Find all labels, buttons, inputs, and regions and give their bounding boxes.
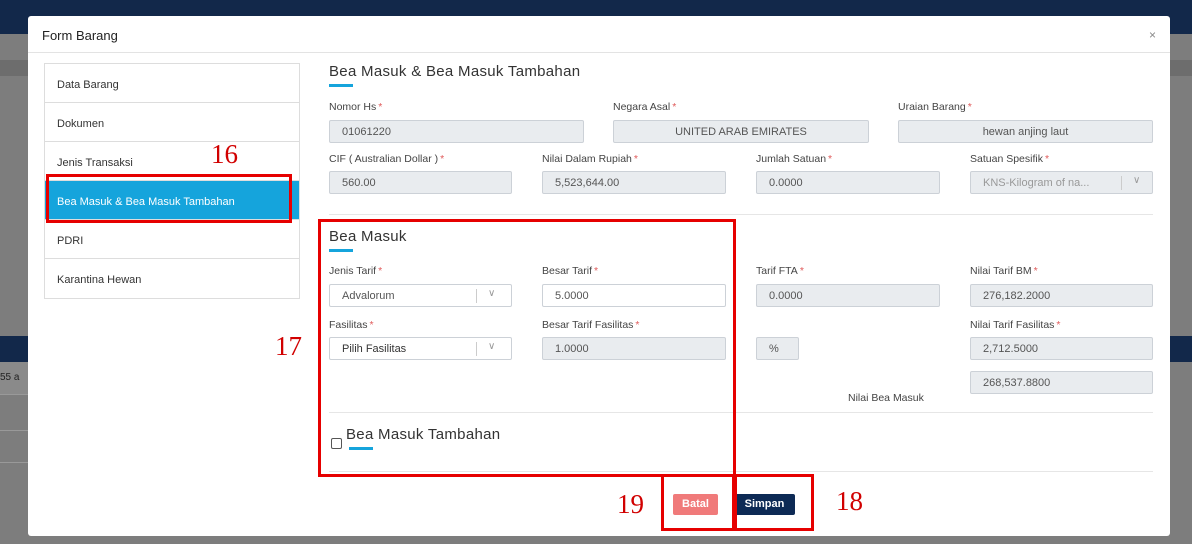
cif-field[interactable]: 560.00 [329, 171, 512, 194]
nilai-rupiah-field[interactable]: 5,523,644.00 [542, 171, 726, 194]
close-icon[interactable]: × [1149, 28, 1156, 42]
jumlah-satuan-label: Jumlah Satuan * [756, 153, 833, 165]
background-cell-text: 55 a [0, 362, 30, 394]
background-divider [0, 462, 30, 463]
nilai-bea-masuk-field[interactable]: 268,537.8800 [970, 371, 1153, 394]
satuan-spesifik-label: Satuan Spesifik * [970, 153, 1050, 165]
tarif-fta-label: Tarif FTA * [756, 265, 804, 277]
sidebar-item-pdri[interactable]: PDRI [45, 220, 299, 259]
annotation-box-18 [732, 474, 814, 531]
nilai-tarif-bm-field[interactable]: 276,182.2000 [970, 284, 1153, 307]
uraian-barang-field[interactable]: hewan anjing laut [898, 120, 1153, 143]
annotation-box-16 [46, 174, 292, 223]
sidebar-item-karantina-hewan[interactable]: Karantina Hewan [45, 259, 299, 298]
jumlah-satuan-field[interactable]: 0.0000 [756, 171, 940, 194]
nomor-hs-field[interactable]: 01061220 [329, 120, 584, 143]
section-divider [329, 214, 1153, 215]
chevron-down-icon: ∨ [1133, 175, 1141, 186]
select-divider [1121, 176, 1122, 190]
nilai-rupiah-label: Nilai Dalam Rupiah * [542, 153, 638, 165]
annotation-box-17 [318, 219, 736, 477]
annotation-number-19: 19 [617, 489, 644, 519]
nilai-bea-masuk-label: Nilai Bea Masuk [848, 392, 924, 404]
sidebar-item-dokumen[interactable]: Dokumen [45, 103, 299, 142]
nomor-hs-label: Nomor Hs * [329, 101, 383, 113]
percent-unit-field: % [756, 337, 799, 360]
sidebar-item-data-barang[interactable]: Data Barang [45, 64, 299, 103]
section-title-underline [329, 84, 353, 87]
nilai-tarif-fasilitas-field[interactable]: 2,712.5000 [970, 337, 1153, 360]
background-divider [0, 430, 30, 431]
satuan-spesifik-value: KNS-Kilogram of na... [983, 177, 1090, 189]
annotation-number-17: 17 [275, 331, 302, 361]
annotation-number-16: 16 [211, 139, 238, 169]
annotation-box-19 [661, 474, 737, 531]
modal-header-divider [28, 52, 1170, 53]
satuan-spesifik-select[interactable]: KNS-Kilogram of na... ∨ [970, 171, 1153, 194]
cif-label: CIF ( Australian Dollar ) * [329, 153, 445, 165]
negara-asal-field[interactable]: UNITED ARAB EMIRATES [613, 120, 869, 143]
background-divider [0, 394, 30, 395]
annotation-number-18: 18 [836, 486, 863, 516]
nilai-tarif-bm-label: Nilai Tarif BM * [970, 265, 1038, 277]
modal-title: Form Barang [42, 28, 118, 43]
uraian-barang-label: Uraian Barang * [898, 101, 972, 113]
section-title: Bea Masuk & Bea Masuk Tambahan [329, 63, 581, 80]
negara-asal-label: Negara Asal * [613, 101, 677, 113]
tarif-fta-field[interactable]: 0.0000 [756, 284, 940, 307]
nilai-tarif-fasilitas-label: Nilai Tarif Fasilitas * [970, 319, 1061, 331]
